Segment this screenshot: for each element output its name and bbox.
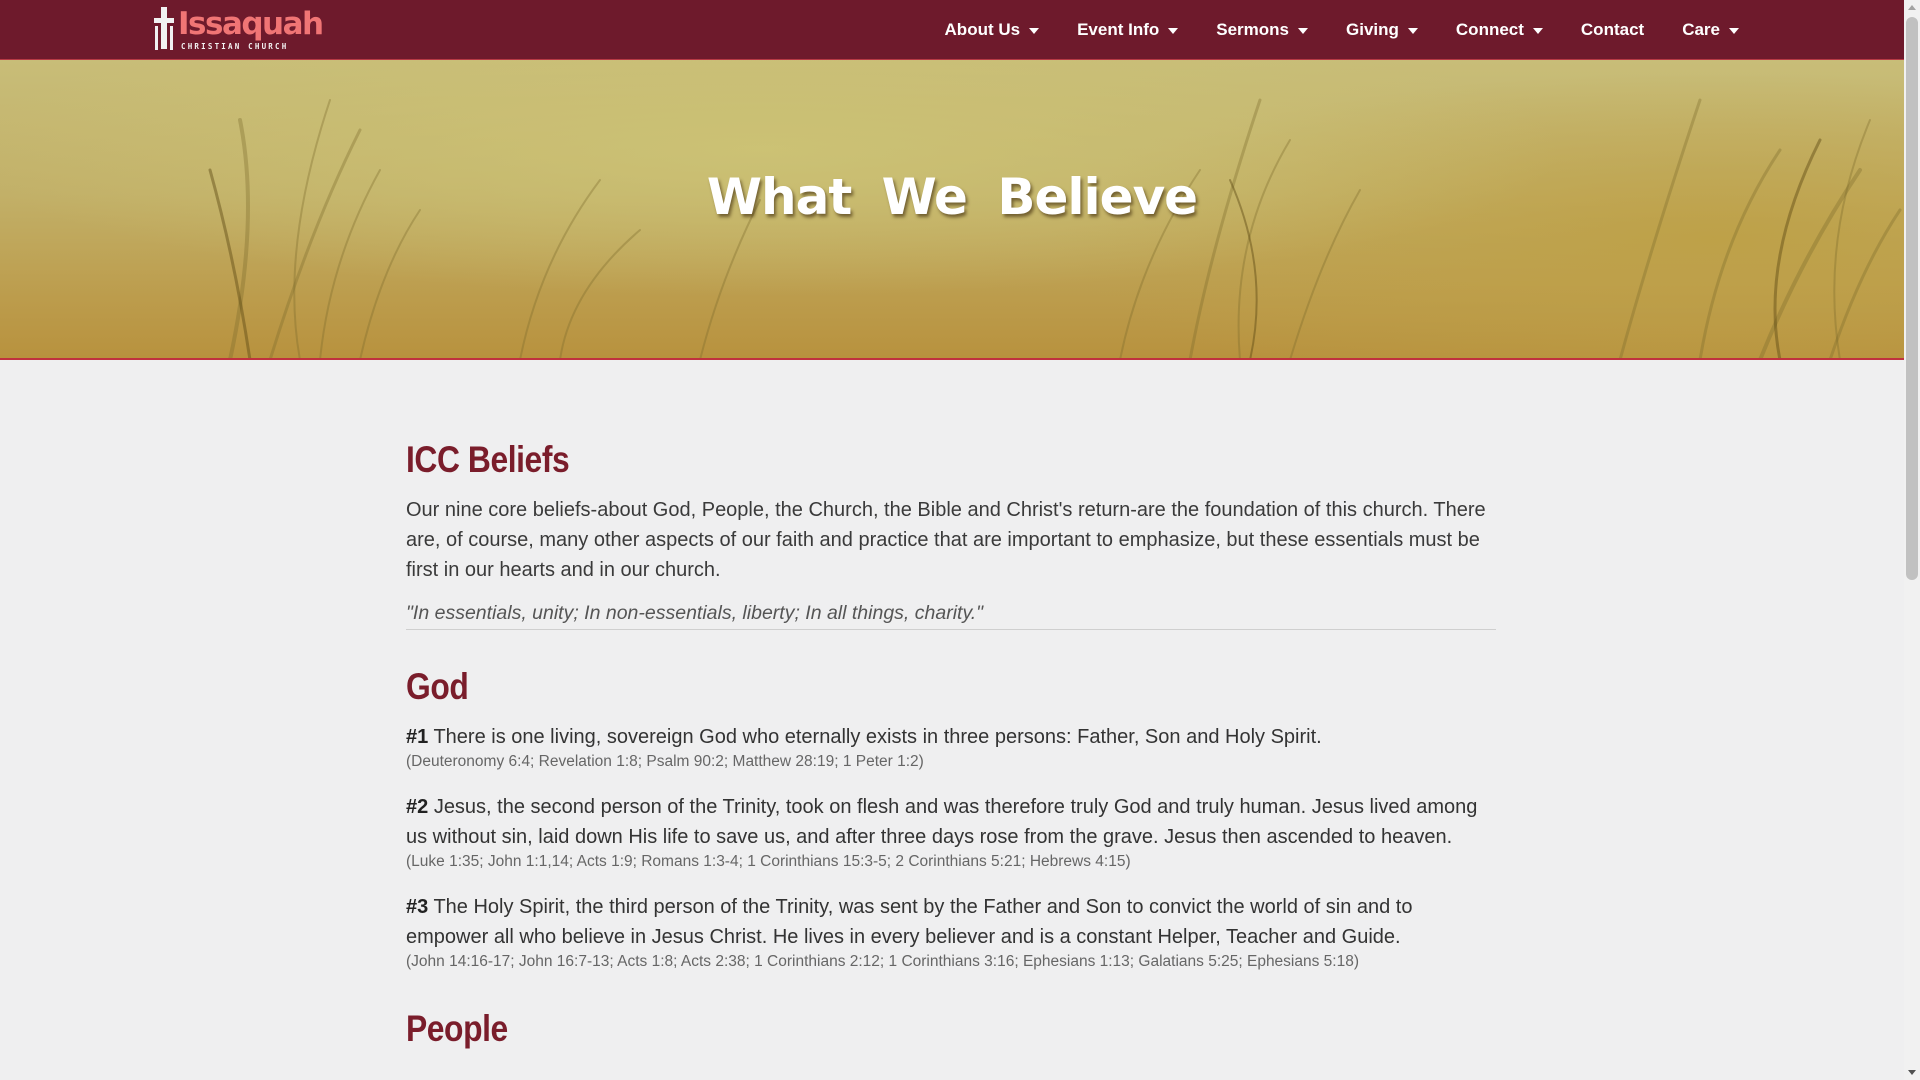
nav-item-about-us[interactable]: About Us xyxy=(945,20,1040,40)
caret-down-icon xyxy=(1407,28,1418,34)
logo-wordmark: Issaquah xyxy=(178,6,324,42)
site-header: Issaquah CHRISTIAN CHURCH About Us Event… xyxy=(0,0,1904,60)
vertical-scrollbar[interactable] xyxy=(1904,0,1920,1080)
site-logo[interactable]: Issaquah CHRISTIAN CHURCH xyxy=(152,6,324,52)
belief-text: The Holy Spirit, the third person of the… xyxy=(406,896,1413,948)
intro-paragraph: Our nine core beliefs-about God, People,… xyxy=(406,499,1486,581)
section-heading-people: People xyxy=(406,1008,508,1049)
nav-item-label: Care xyxy=(1682,20,1720,39)
caret-down-icon xyxy=(1729,28,1739,34)
belief-scripture-refs: (Luke 1:35; John 1:1,14; Acts 1:9; Roman… xyxy=(406,853,1131,870)
scroll-down-icon[interactable] xyxy=(1908,1070,1916,1075)
belief-item: #1 There is one living, sovereign God wh… xyxy=(406,722,1496,772)
hero-banner: What We Believe xyxy=(0,60,1904,360)
nav-item-label: Sermons xyxy=(1216,20,1289,39)
nav-item-label: Connect xyxy=(1455,20,1524,39)
belief-scripture-refs: (Deuteronomy 6:4; Revelation 1:8; Psalm … xyxy=(406,753,924,770)
caret-down-icon xyxy=(1168,28,1179,34)
belief-text: There is one living, sovereign God who e… xyxy=(433,726,1322,748)
nav-item-event-info[interactable]: Event Info xyxy=(1077,20,1179,40)
nav-item-contact[interactable]: Contact xyxy=(1581,20,1644,40)
nav-item-connect[interactable]: Connect xyxy=(1456,20,1543,40)
page-title: What We Believe xyxy=(706,168,1198,226)
belief-item: #2 Jesus, the second person of the Trini… xyxy=(406,792,1496,872)
logo-subtitle: CHRISTIAN CHURCH xyxy=(181,42,289,51)
main-nav: About Us Event Info Sermons Giving Conne… xyxy=(907,0,1739,60)
belief-scripture-refs: (John 14:16-17; John 16:7-13; Acts 1:8; … xyxy=(406,953,1360,970)
nav-item-giving[interactable]: Giving xyxy=(1346,20,1418,40)
nav-item-label: Event Info xyxy=(1077,20,1160,39)
caret-down-icon xyxy=(1029,28,1040,34)
motto-quote: "In essentials, unity; In non-essentials… xyxy=(406,602,1496,630)
nav-item-label: Giving xyxy=(1346,20,1399,39)
section-heading-icc-beliefs: ICC Beliefs xyxy=(406,439,570,480)
scrollbar-thumb[interactable] xyxy=(1906,17,1918,580)
belief-text: Jesus, the second person of the Trinity,… xyxy=(406,796,1478,848)
scroll-up-icon[interactable] xyxy=(1908,5,1916,10)
caret-down-icon xyxy=(1532,28,1543,34)
section-heading-god: God xyxy=(406,666,469,707)
nav-item-sermons[interactable]: Sermons xyxy=(1216,20,1308,40)
belief-number: #2 xyxy=(406,796,429,818)
belief-number: #3 xyxy=(406,896,429,918)
belief-number: #1 xyxy=(406,726,429,748)
main-content: ICC Beliefs Our nine core beliefs-about … xyxy=(406,360,1496,1050)
nav-item-care[interactable]: Care xyxy=(1682,20,1739,40)
belief-item: #3 The Holy Spirit, the third person of … xyxy=(406,892,1496,972)
caret-down-icon xyxy=(1298,28,1308,34)
nav-item-label: Contact xyxy=(1580,20,1645,39)
nav-item-label: About Us xyxy=(944,20,1021,39)
